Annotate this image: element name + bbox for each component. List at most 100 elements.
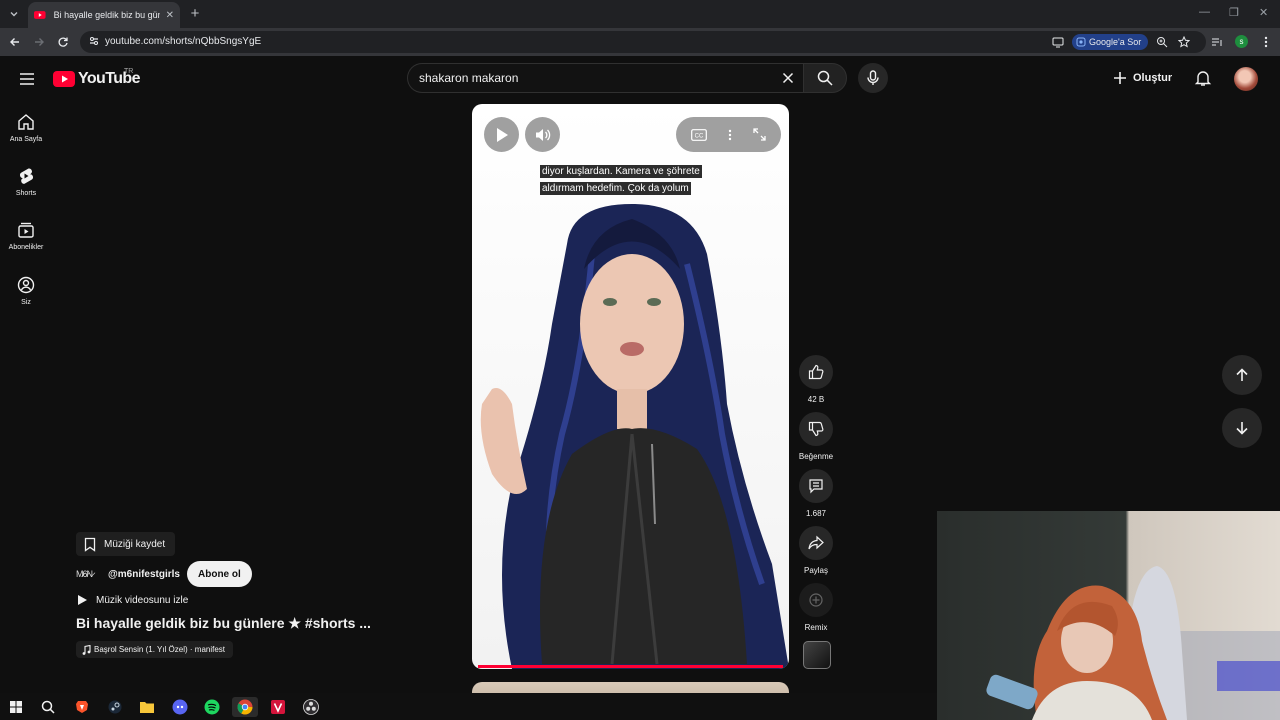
arrow-down-icon: [1236, 422, 1248, 435]
comment-icon: [809, 479, 823, 494]
notifications-bell-icon[interactable]: [1194, 69, 1212, 87]
site-info-icon[interactable]: [88, 35, 100, 47]
subscribe-button[interactable]: Abone ol: [187, 561, 252, 587]
spotify-icon[interactable]: [202, 697, 222, 717]
plus-icon: [1114, 72, 1126, 84]
chrome-icon[interactable]: [232, 697, 258, 717]
play-icon: [496, 127, 508, 142]
remix-label: Remix: [804, 623, 828, 632]
share-label: Paylaş: [803, 566, 828, 575]
more-options-icon[interactable]: [728, 129, 732, 141]
obs-studio-icon[interactable]: [301, 697, 321, 717]
captions-cc-icon[interactable]: CC: [690, 128, 707, 141]
file-explorer-icon[interactable]: [137, 697, 157, 717]
remix-icon: [809, 593, 823, 607]
youtube-play-logo-icon: [53, 71, 75, 87]
url-text[interactable]: youtube.com/shorts/nQbbSngsYgE: [105, 36, 261, 47]
caption-line-2: aldırmam hedefim. Çok da yolum: [540, 182, 691, 195]
account-avatar[interactable]: [1234, 67, 1258, 91]
player-controls-group: CC: [676, 117, 781, 152]
search-query-text[interactable]: shakaron makaron: [419, 71, 518, 85]
audio-source-thumbnail[interactable]: [803, 641, 831, 669]
channel-avatar[interactable]: M̷6̷N̷: [76, 565, 102, 583]
google-ask-label: Google'a Sor: [1089, 37, 1142, 47]
restore-window-button[interactable]: ❐: [1229, 6, 1239, 19]
browser-menu-icon[interactable]: [1258, 34, 1274, 50]
brave-browser-icon[interactable]: [72, 697, 92, 717]
short-title[interactable]: Bi hayalle geldik biz bu günlere ★ #shor…: [76, 615, 371, 632]
video-progress-fill: [478, 665, 783, 668]
media-controls-icon[interactable]: [1209, 34, 1225, 50]
next-short-button[interactable]: [1222, 408, 1262, 448]
arrow-right-icon: [35, 38, 44, 46]
like-button[interactable]: 42 B: [797, 355, 835, 404]
comment-count: 1.687: [805, 509, 827, 518]
dislike-label: Beğenme: [798, 452, 834, 461]
install-app-icon[interactable]: [1050, 34, 1066, 50]
steam-icon[interactable]: [105, 697, 125, 717]
arrow-up-icon: [1236, 368, 1248, 381]
create-button[interactable]: Oluştur: [1113, 66, 1172, 90]
tab-search-button[interactable]: [4, 4, 24, 24]
close-tab-icon[interactable]: ✕: [166, 10, 174, 21]
share-button[interactable]: Paylaş: [797, 526, 835, 575]
sidebar-item-label: Shorts: [15, 190, 37, 197]
sidebar-item-subscriptions[interactable]: Abonelikler: [4, 221, 48, 251]
dislike-button[interactable]: Beğenme: [797, 412, 835, 461]
search-button[interactable]: [803, 63, 847, 93]
thumbs-up-icon: [808, 364, 824, 380]
watch-music-label: Müzik videosunu izle: [96, 594, 189, 606]
forward-button[interactable]: [30, 33, 48, 51]
comments-button[interactable]: 1.687: [797, 469, 835, 518]
youtube-favicon-icon: [34, 11, 46, 19]
save-music-label: Müziği kaydet: [104, 538, 166, 550]
play-button[interactable]: [484, 117, 519, 152]
google-lens-ask-button[interactable]: Google'a Sor: [1072, 34, 1149, 50]
share-icon: [808, 535, 824, 550]
region-code: TR: [124, 68, 134, 75]
sound-label: Başrol Sensin (1. Yıl Özel) · manifest: [94, 645, 226, 654]
windows-start-icon[interactable]: [6, 697, 26, 717]
music-note-icon: [82, 644, 91, 655]
sidebar-item-label: Abonelikler: [8, 244, 44, 251]
sound-chip[interactable]: Başrol Sensin (1. Yıl Özel) · manifest: [76, 641, 234, 658]
close-window-button[interactable]: ✕: [1259, 6, 1268, 19]
subscriptions-icon: [18, 222, 34, 238]
sidebar-item-shorts[interactable]: Shorts: [4, 167, 48, 197]
search-icon: [817, 70, 833, 86]
reload-button[interactable]: [54, 33, 72, 51]
webcam-feed-illustration: [986, 566, 1280, 720]
sidebar-item-home[interactable]: Ana Sayfa: [4, 113, 48, 143]
browser-tab-active[interactable]: Bi hayalle geldik biz bu günlere ✕: [28, 2, 180, 28]
taskbar-search-icon[interactable]: [38, 697, 58, 717]
watch-music-video-link[interactable]: Müzik videosunu izle: [77, 594, 188, 606]
app-v-icon[interactable]: [268, 697, 288, 717]
subtitle-caption: diyor kuşlardan. Kamera ve şöhrete aldır…: [540, 165, 702, 196]
thumbs-down-icon: [808, 421, 824, 437]
discord-icon[interactable]: [170, 697, 190, 717]
zoom-icon[interactable]: [1154, 34, 1170, 50]
save-music-button[interactable]: Müziği kaydet: [76, 532, 176, 556]
back-button[interactable]: [6, 33, 24, 51]
voice-search-button[interactable]: [858, 63, 888, 93]
minimize-window-button[interactable]: —: [1199, 6, 1210, 18]
volume-button[interactable]: [525, 117, 560, 152]
fullscreen-icon[interactable]: [753, 128, 766, 141]
sidebar-item-label: Siz: [21, 299, 31, 306]
sidebar-item-you[interactable]: Siz: [4, 276, 48, 306]
tab-title: Bi hayalle geldik biz bu günlere: [53, 10, 160, 20]
channel-handle[interactable]: @m6nifestgirls: [108, 569, 180, 580]
you-icon: [17, 276, 35, 294]
chevron-down-icon: [10, 12, 18, 17]
hamburger-icon: [20, 73, 34, 85]
bookmark-star-icon[interactable]: [1176, 34, 1192, 50]
guide-menu-button[interactable]: [16, 68, 38, 90]
clear-search-icon[interactable]: [779, 69, 797, 87]
remix-button[interactable]: Remix: [797, 583, 835, 632]
browser-profile-avatar[interactable]: s: [1235, 35, 1248, 48]
svg-text:CC: CC: [694, 133, 703, 139]
new-tab-button[interactable]: +: [186, 4, 204, 22]
previous-short-button[interactable]: [1222, 355, 1262, 395]
shorts-video[interactable]: diyor kuşlardan. Kamera ve şöhrete aldır…: [472, 104, 789, 669]
sidebar-item-label: Ana Sayfa: [9, 136, 43, 143]
